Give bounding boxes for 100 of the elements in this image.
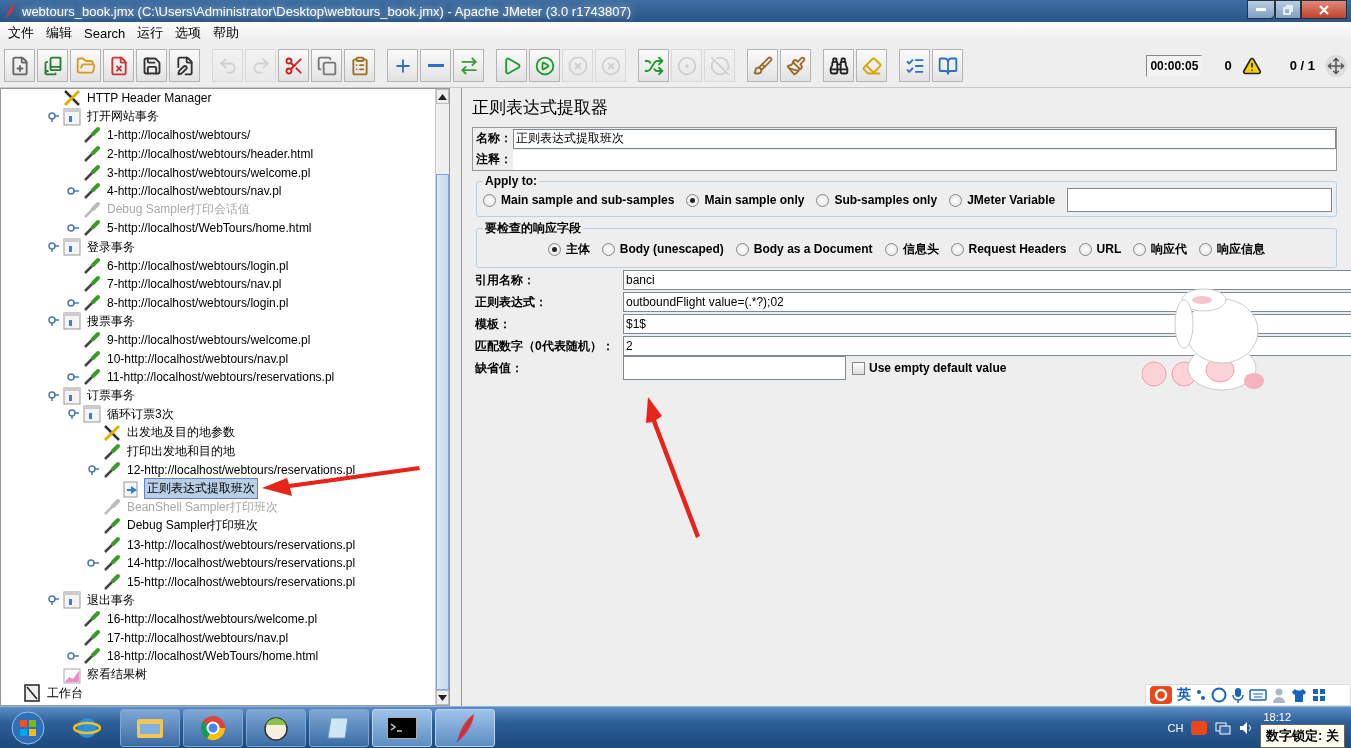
expanded-handle-icon[interactable] xyxy=(47,595,59,606)
keyboard-icon[interactable] xyxy=(1249,688,1267,702)
menu-item[interactable]: 选项 xyxy=(169,24,208,42)
scroll-up-icon[interactable] xyxy=(438,93,447,100)
expanded-handle-icon[interactable] xyxy=(47,390,59,401)
tree-item[interactable]: 8-http://localhost/webtours/login.pl xyxy=(104,293,292,312)
microphone-icon[interactable] xyxy=(1232,687,1244,703)
tree-item[interactable]: 登录事务 xyxy=(84,236,138,258)
text-field[interactable]: banci xyxy=(623,270,1351,290)
tree-item[interactable]: 9-http://localhost/webtours/welcome.pl xyxy=(104,331,314,349)
tree-item[interactable]: 打印出发地和目的地 xyxy=(124,441,238,463)
tree-item[interactable]: 1-http://localhost/webtours/ xyxy=(104,126,254,145)
menu-item[interactable]: 帮助 xyxy=(207,24,246,42)
tree-item[interactable]: 15-http://localhost/webtours/reservations.pl xyxy=(124,572,359,591)
tree-item[interactable]: 打开网站事务 xyxy=(84,106,162,128)
radio-button[interactable] xyxy=(601,242,615,256)
taskbar-app-button[interactable] xyxy=(246,708,306,747)
shirt-icon[interactable] xyxy=(1291,687,1307,703)
radio-button[interactable] xyxy=(816,193,830,207)
collapsed-handle-icon[interactable] xyxy=(67,186,79,197)
tree-item[interactable]: Debug Sampler打印班次 xyxy=(124,515,262,537)
tree-item[interactable]: 工作台 xyxy=(44,682,86,704)
close-button[interactable] xyxy=(1301,0,1347,19)
radio-button[interactable] xyxy=(735,242,749,256)
comment-field[interactable] xyxy=(513,149,1336,170)
tree-item[interactable]: 13-http://localhost/webtours/reservations.pl xyxy=(124,535,359,554)
radio-button[interactable] xyxy=(1133,242,1147,256)
minimize-button[interactable] xyxy=(1247,0,1275,19)
tree-item[interactable]: 10-http://localhost/webtours/nav.pl xyxy=(104,349,292,368)
collapsed-handle-icon[interactable] xyxy=(87,558,99,569)
restore-button[interactable] xyxy=(1275,0,1301,19)
tree-item[interactable]: 12-http://localhost/webtours/reservations.pl xyxy=(124,461,359,480)
radio-option[interactable]: 响应代 xyxy=(1133,237,1188,261)
tree-item[interactable]: 退出事务 xyxy=(84,589,138,611)
expanded-handle-icon[interactable] xyxy=(47,316,59,327)
radio-option[interactable]: Main sample and sub-samples xyxy=(483,188,675,212)
radio-option[interactable]: Body as a Document xyxy=(735,237,873,261)
menu-item[interactable]: 编辑 xyxy=(40,24,78,42)
ime-mode[interactable]: 英 xyxy=(1177,686,1191,704)
radio-option[interactable]: URL xyxy=(1078,237,1122,261)
punctuation-icon[interactable] xyxy=(1196,688,1206,702)
tree-item[interactable]: 正则表达式提取班次 xyxy=(144,478,258,500)
collapsed-handle-icon[interactable] xyxy=(67,651,79,662)
menu-item[interactable]: Search xyxy=(78,25,132,41)
collapsed-handle-icon[interactable] xyxy=(67,297,79,308)
text-field[interactable]: outboundFlight value=(.*?);02 xyxy=(623,292,1351,312)
scrollbar[interactable] xyxy=(435,89,449,705)
radio-button[interactable] xyxy=(686,193,700,207)
radio-option[interactable]: Request Headers xyxy=(950,237,1067,261)
tree-item[interactable]: 出发地及目的地参数 xyxy=(124,422,238,444)
expanded-handle-icon[interactable] xyxy=(47,111,59,122)
tree-item[interactable]: 17-http://localhost/webtours/nav.pl xyxy=(104,628,292,647)
radio-button[interactable] xyxy=(1078,242,1092,256)
collapsed-handle-icon[interactable] xyxy=(67,223,79,234)
radio-option[interactable]: Body (unescaped) xyxy=(601,237,724,261)
tree-item[interactable]: 5-http://localhost/WebTours/home.html xyxy=(104,219,315,238)
expanded-handle-icon[interactable] xyxy=(87,465,99,476)
variable-field[interactable] xyxy=(1067,188,1332,212)
tree-item[interactable]: 18-http://localhost/WebTours/home.html xyxy=(104,647,322,666)
radio-button[interactable] xyxy=(483,193,496,207)
taskbar-app-button[interactable] xyxy=(372,708,432,747)
collapsed-handle-icon[interactable] xyxy=(67,372,79,383)
tree-item[interactable]: 察看结果树 xyxy=(84,664,150,686)
tree-item[interactable]: 16-http://localhost/webtours/welcome.pl xyxy=(104,609,321,628)
tree-item[interactable]: 2-http://localhost/webtours/header.html xyxy=(104,145,317,164)
radio-option[interactable]: 主体 xyxy=(547,237,590,261)
toolbar-button[interactable] xyxy=(169,49,200,82)
network-icon[interactable] xyxy=(1215,720,1232,735)
radio-button[interactable] xyxy=(547,242,561,256)
tree-item[interactable]: 14-http://localhost/webtours/reservations.pl xyxy=(124,554,359,573)
menu-item[interactable]: 文件 xyxy=(2,24,40,42)
tree-item[interactable]: 7-http://localhost/webtours/nav.pl xyxy=(104,275,285,294)
radio-option[interactable]: Sub-samples only xyxy=(816,188,938,212)
radio-button[interactable] xyxy=(949,193,963,207)
scroll-down-icon[interactable] xyxy=(438,694,447,701)
tree-item[interactable]: 6-http://localhost/webtours/login.pl xyxy=(104,256,292,275)
radio-option[interactable]: 信息头 xyxy=(884,237,939,261)
text-field[interactable]: 2 xyxy=(623,336,1351,356)
radio-option[interactable]: JMeter Variable xyxy=(949,188,1056,212)
expanded-handle-icon[interactable] xyxy=(47,242,59,253)
menu-item[interactable]: 运行 xyxy=(131,24,170,42)
tree-item[interactable]: HTTP Header Manager xyxy=(84,89,215,108)
clock[interactable]: 18:12 xyxy=(1263,711,1291,723)
checkbox[interactable] xyxy=(852,361,865,375)
radio-button[interactable] xyxy=(950,242,964,256)
name-field[interactable]: 正则表达式提取班次 xyxy=(513,128,1336,149)
language-indicator[interactable]: CH xyxy=(1167,721,1184,734)
tree-item[interactable]: 11-http://localhost/webtours/reservations.pl xyxy=(104,368,338,387)
tree-item[interactable]: 3-http://localhost/webtours/welcome.pl xyxy=(104,163,314,182)
radio-button[interactable] xyxy=(884,242,898,256)
grid-icon[interactable] xyxy=(1312,688,1326,702)
tree-item[interactable]: 搜票事务 xyxy=(84,310,138,332)
default-value-field[interactable] xyxy=(623,356,846,380)
radio-option[interactable]: 响应信息 xyxy=(1199,237,1266,261)
tree-item[interactable]: 4-http://localhost/webtours/nav.pl xyxy=(104,182,285,201)
expanded-handle-icon[interactable] xyxy=(67,409,79,420)
radio-button[interactable] xyxy=(1199,242,1213,256)
radio-option[interactable]: Main sample only xyxy=(686,188,805,212)
toolbar-button[interactable] xyxy=(823,49,854,82)
toolbar-button[interactable] xyxy=(136,49,167,82)
